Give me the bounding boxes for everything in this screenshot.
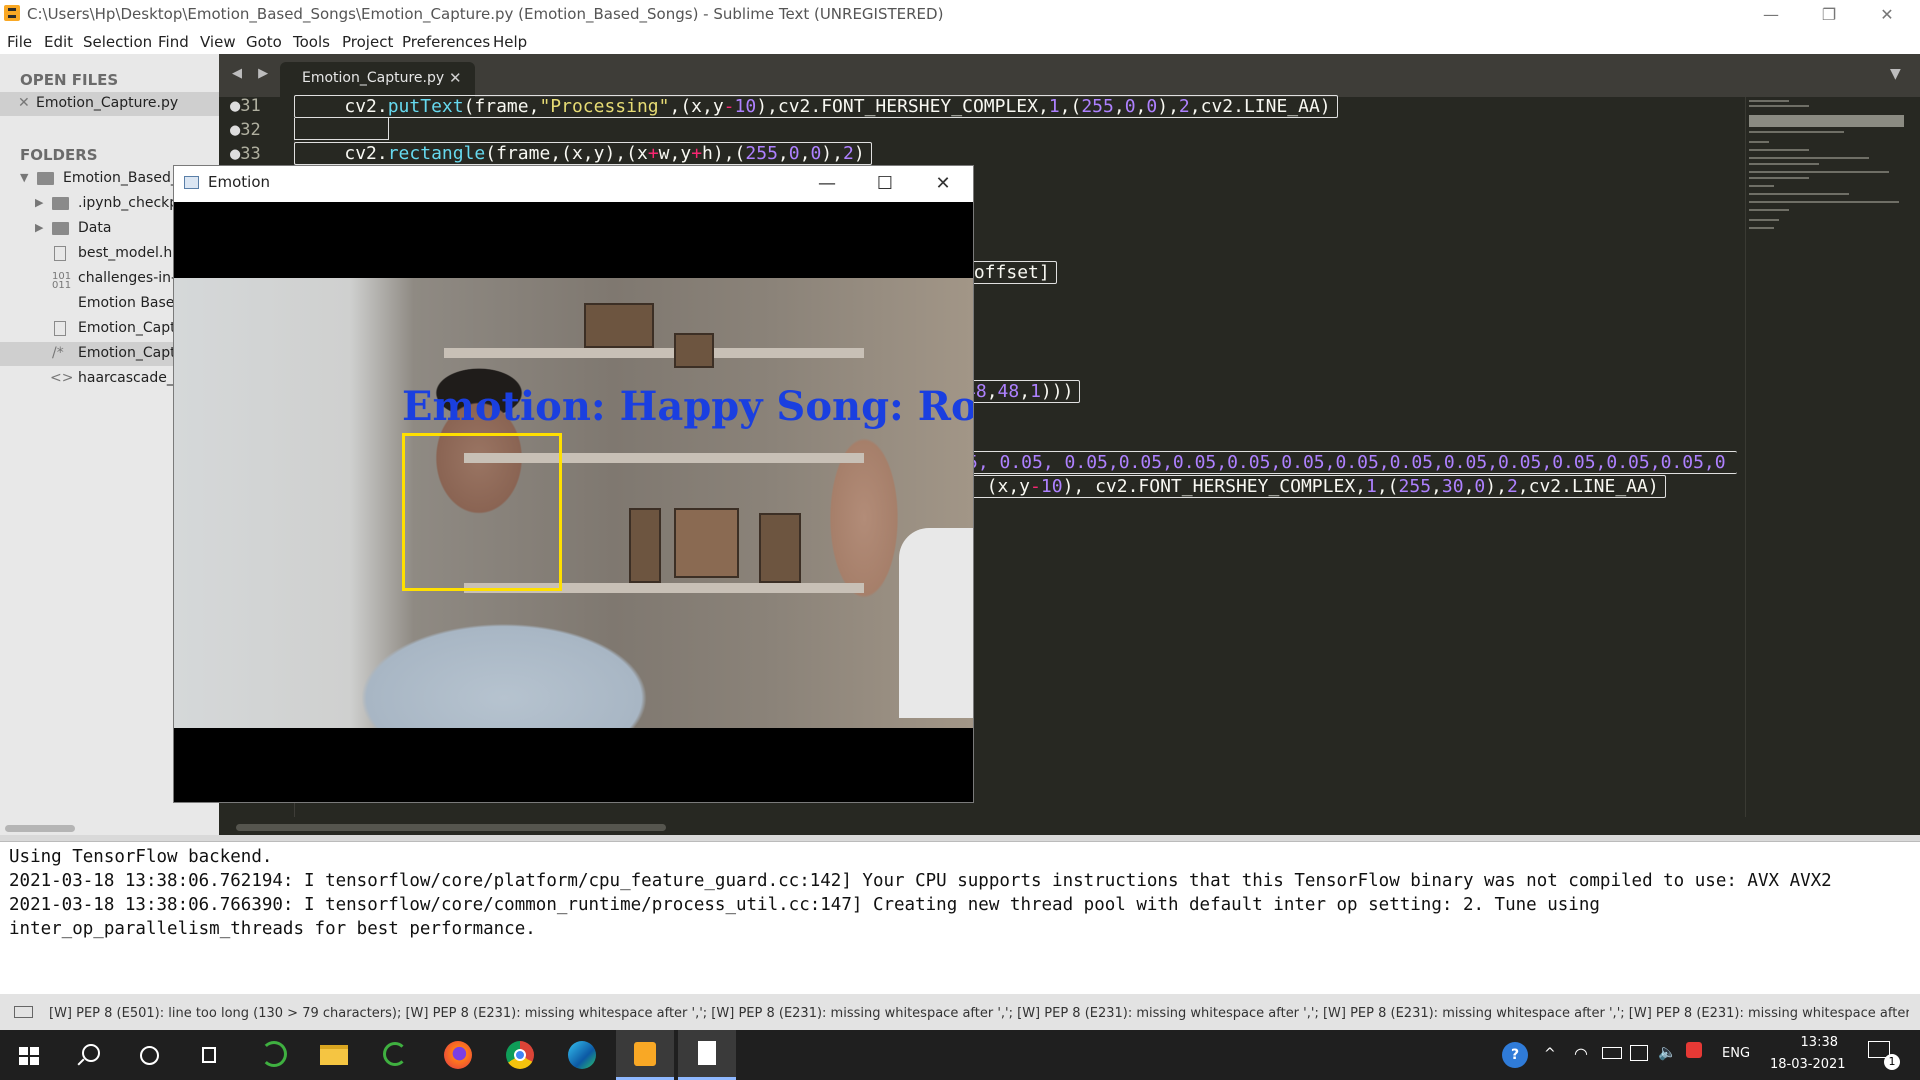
minimap-divider — [1745, 97, 1746, 817]
task-view-icon[interactable] — [180, 1030, 238, 1080]
tab-close-icon[interactable]: ✕ — [449, 69, 462, 87]
code-file-icon: <> — [50, 370, 74, 386]
menu-help[interactable]: Help — [493, 33, 527, 51]
menu-bar: File Edit Selection Find View Goto Tools… — [0, 29, 1920, 54]
restore-button[interactable]: ❐ — [1800, 0, 1858, 29]
binary-file-icon: 101 011 — [52, 271, 72, 291]
emotion-close-button[interactable]: ✕ — [923, 168, 963, 200]
code-line-33[interactable]: cv2.rectangle(frame,(x,y),(x+w,y+h),(255… — [294, 142, 872, 165]
emotion-minimize-button[interactable]: — — [807, 168, 847, 200]
spyder-icon[interactable] — [245, 1030, 303, 1080]
emotion-window-title: Emotion — [208, 173, 270, 191]
sublime-text-icon — [4, 5, 20, 21]
tab-dropdown-icon[interactable]: ▼ — [1890, 66, 1901, 82]
menu-project[interactable]: Project — [342, 33, 393, 51]
menu-find[interactable]: Find — [158, 33, 189, 51]
status-text: [W] PEP 8 (E501): line too long (130 > 7… — [49, 1006, 1909, 1021]
chrome-icon[interactable] — [492, 1030, 550, 1080]
folder-icon — [52, 222, 69, 235]
code-line-32-box — [294, 118, 389, 140]
code-fragment-weights[interactable]: 5, 0.05, 0.05,0.05,0.05,0.05,0.05,0.05,0… — [966, 451, 1737, 474]
minimap[interactable] — [1745, 97, 1905, 817]
sidebar-item-label: Data — [78, 220, 112, 236]
windows-start-icon[interactable] — [0, 1030, 58, 1080]
menu-goto[interactable]: Goto — [246, 33, 282, 51]
cortana-icon[interactable] — [120, 1030, 178, 1080]
panel-toggle-icon[interactable] — [14, 1006, 33, 1018]
tab-label: Emotion_Capture.py — [302, 70, 445, 86]
open-file-label: Emotion_Capture.py — [36, 95, 179, 111]
notification-count-badge: 1 — [1884, 1054, 1900, 1070]
vertical-scrollbar[interactable] — [1905, 97, 1917, 817]
code-fragment-offset[interactable]: +offset] — [960, 261, 1057, 284]
window-icon — [184, 176, 199, 189]
code-line-31[interactable]: cv2.putText(frame,"Processing",(x,y-10),… — [294, 95, 1338, 118]
spyder-icon[interactable] — [367, 1030, 425, 1080]
chevron-down-icon[interactable]: ▼ — [20, 171, 28, 184]
open-file-item[interactable]: ✕ Emotion_Capture.py — [0, 92, 219, 116]
tab-nav-arrows[interactable]: ◀ ▶ — [232, 66, 274, 81]
menu-edit[interactable]: Edit — [44, 33, 73, 51]
sidebar-scrollbar[interactable] — [5, 825, 75, 832]
chevron-right-icon[interactable]: ▶ — [35, 221, 43, 234]
overlay-clip: Emotion: Happy Song: Roc — [174, 278, 973, 728]
build-output-panel[interactable] — [0, 841, 1920, 994]
open-files-heading: OPEN FILES — [20, 71, 119, 89]
folder-icon — [52, 197, 69, 210]
sidebar-item-label: best_model.h5 — [78, 245, 182, 261]
emotion-maximize-button[interactable]: ☐ — [865, 168, 905, 200]
menu-selection[interactable]: Selection — [83, 33, 152, 51]
menu-view[interactable]: View — [200, 33, 236, 51]
help-icon[interactable]: ? — [1502, 1042, 1528, 1068]
console-line: 2021-03-18 13:38:06.766390: I tensorflow… — [9, 895, 1600, 915]
notepad-icon[interactable] — [678, 1030, 736, 1080]
wifi-icon[interactable]: ◠ — [1574, 1044, 1588, 1063]
battery-icon[interactable] — [1602, 1047, 1622, 1059]
minimize-button[interactable]: — — [1742, 0, 1800, 29]
chevron-right-icon[interactable]: ▶ — [35, 196, 43, 209]
code-fragment-puttext[interactable]: , (x,y-10), cv2.FONT_HERSHEY_COMPLEX,1,(… — [962, 475, 1666, 498]
emotion-overlay-text: Emotion: Happy Song: Roc — [402, 383, 973, 430]
file-explorer-icon[interactable] — [305, 1030, 363, 1080]
sublime-text-taskbar-icon[interactable] — [616, 1030, 674, 1080]
emotion-window-titlebar[interactable] — [174, 166, 973, 202]
volume-icon[interactable]: 🔈 — [1658, 1043, 1677, 1061]
line-number: ●31 — [230, 96, 261, 116]
file-icon — [54, 246, 66, 261]
folders-heading: FOLDERS — [20, 146, 98, 164]
menu-preferences[interactable]: Preferences — [402, 33, 490, 51]
console-line: Using TensorFlow backend. — [9, 847, 273, 867]
antivirus-icon[interactable] — [1686, 1042, 1702, 1058]
console-line: 2021-03-18 13:38:06.762194: I tensorflow… — [9, 871, 1832, 891]
network-icon[interactable] — [1630, 1045, 1648, 1061]
folder-open-icon — [37, 172, 54, 185]
file-icon — [54, 321, 66, 336]
search-icon[interactable] — [60, 1030, 118, 1080]
clock-date[interactable]: 18-03-2021 — [1770, 1057, 1846, 1072]
clock-time[interactable]: 13:38 — [1788, 1035, 1838, 1050]
close-icon[interactable]: ✕ — [18, 95, 30, 111]
chevron-up-icon[interactable]: ^ — [1544, 1046, 1556, 1062]
line-number: ●33 — [230, 144, 261, 164]
menu-file[interactable]: File — [7, 33, 32, 51]
menu-tools[interactable]: Tools — [293, 33, 330, 51]
language-indicator[interactable]: ENG — [1722, 1046, 1750, 1061]
edge-icon[interactable] — [554, 1030, 612, 1080]
script-file-icon: /* — [52, 345, 64, 361]
window-title: C:\Users\Hp\Desktop\Emotion_Based_Songs\… — [27, 5, 944, 23]
line-number: ●32 — [230, 120, 261, 140]
horizontal-scrollbar[interactable] — [236, 824, 666, 831]
firefox-icon[interactable] — [430, 1030, 488, 1080]
console-line: inter_op_parallelism_threads for best pe… — [9, 919, 536, 939]
code-fragment-reshape[interactable]: 48,48,1))) — [962, 380, 1081, 403]
close-button[interactable]: ✕ — [1858, 0, 1916, 29]
